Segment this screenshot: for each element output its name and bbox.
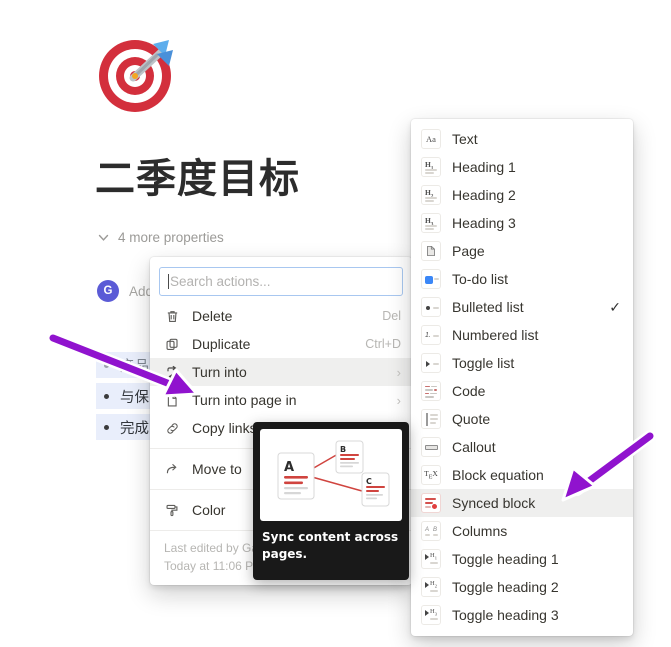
tooltip-diagram: A B C — [260, 429, 402, 521]
columns-icon: AB — [421, 521, 441, 541]
menu-item-turn-into[interactable]: Turn into › — [150, 358, 412, 386]
submenu-item-label: Text — [452, 131, 478, 147]
avatar: G — [97, 280, 119, 302]
chevron-right-icon: › — [396, 364, 401, 380]
heading-1-icon: H1 — [421, 157, 441, 177]
submenu-item-label: Synced block — [452, 495, 536, 511]
submenu-item-label: Toggle heading 1 — [452, 551, 559, 567]
quote-icon — [421, 409, 441, 429]
submenu-item-label: Callout — [452, 439, 496, 455]
block-equation-icon: TEX — [421, 465, 441, 485]
submenu-item-label: To-do list — [452, 271, 509, 287]
heading-2-icon: H2 — [421, 185, 441, 205]
turn-into-icon — [164, 364, 181, 381]
app-root: 二季度目标 4 more properties G Add 产品 与保 完成 S… — [0, 0, 671, 647]
submenu-item-synced-block[interactable]: Synced block — [411, 489, 633, 517]
list-item-label: 与保 — [120, 389, 149, 406]
checkmark-icon: ✓ — [609, 298, 621, 315]
toggle-heading-1-icon: H1 — [421, 549, 441, 569]
callout-icon — [421, 437, 441, 457]
code-icon — [421, 381, 441, 401]
search-input[interactable]: Search actions... — [159, 267, 403, 296]
submenu-item-heading-1[interactable]: H1 Heading 1 — [411, 153, 633, 181]
submenu-item-page[interactable]: Page — [411, 237, 633, 265]
bullet-dot-icon — [104, 424, 109, 430]
search-placeholder: Search actions... — [170, 274, 271, 289]
dart-target-emoji — [95, 30, 181, 116]
move-to-icon — [164, 461, 181, 478]
text-icon: Aa — [421, 129, 441, 149]
submenu-item-toggle-heading-2[interactable]: H2 Toggle heading 2 — [411, 573, 633, 601]
numbered-list-icon: 1. — [421, 325, 441, 345]
submenu-item-columns[interactable]: AB Columns — [411, 517, 633, 545]
menu-item-duplicate[interactable]: Duplicate Ctrl+D — [150, 330, 412, 358]
submenu-item-label: Block equation — [452, 467, 544, 483]
menu-item-shortcut: Del — [382, 309, 401, 323]
duplicate-icon — [164, 336, 181, 353]
toggle-list-icon — [421, 353, 441, 373]
menu-item-delete[interactable]: Delete Del — [150, 302, 412, 330]
svg-text:A: A — [284, 460, 294, 475]
turn-into-submenu: Aa Text H1 Heading 1 H2 Heading 2 H3 Hea… — [411, 119, 633, 636]
menu-item-turn-into-page-in[interactable]: Turn into page in › — [150, 386, 412, 414]
page-icon — [164, 392, 181, 409]
submenu-item-label: Heading 1 — [452, 159, 516, 175]
submenu-item-label: Heading 3 — [452, 215, 516, 231]
list-item-label: 产品 — [120, 358, 149, 375]
submenu-item-label: Columns — [452, 523, 508, 539]
trash-icon — [164, 308, 181, 325]
submenu-item-toggle-heading-1[interactable]: H1 Toggle heading 1 — [411, 545, 633, 573]
submenu-item-toggle-heading-3[interactable]: H3 Toggle heading 3 — [411, 601, 633, 629]
bullet-dot-icon — [104, 362, 109, 368]
submenu-item-label: Code — [452, 383, 486, 399]
toggle-heading-3-icon: H3 — [421, 605, 441, 625]
submenu-item-to-do-list[interactable]: To-do list — [411, 265, 633, 293]
submenu-item-heading-3[interactable]: H3 Heading 3 — [411, 209, 633, 237]
bullet-dot-icon — [104, 393, 109, 399]
submenu-item-block-equation[interactable]: TEX Block equation — [411, 461, 633, 489]
menu-item-label: Turn into page in — [192, 392, 297, 408]
submenu-item-code[interactable]: Code — [411, 377, 633, 405]
submenu-item-label: Toggle list — [452, 355, 515, 371]
submenu-item-quote[interactable]: Quote — [411, 405, 633, 433]
submenu-item-label: Toggle heading 3 — [452, 607, 559, 623]
tooltip-caption: Sync content across pages. — [262, 530, 399, 561]
submenu-item-heading-2[interactable]: H2 Heading 2 — [411, 181, 633, 209]
toggle-heading-2-icon: H2 — [421, 577, 441, 597]
synced-block-tooltip: A B C Sync content across pages. — [253, 422, 409, 580]
submenu-item-label: Page — [452, 243, 485, 259]
svg-text:B: B — [340, 445, 346, 454]
page-icon — [421, 241, 441, 261]
menu-item-label: Delete — [192, 308, 233, 324]
submenu-item-bulleted-list[interactable]: Bulleted list ✓ — [411, 293, 633, 321]
chevron-down-icon — [97, 231, 110, 244]
submenu-item-label: Toggle heading 2 — [452, 579, 559, 595]
menu-item-label: Duplicate — [192, 336, 251, 352]
more-properties-label: 4 more properties — [118, 230, 224, 245]
submenu-item-label: Heading 2 — [452, 187, 516, 203]
synced-block-icon — [421, 493, 441, 513]
color-icon — [164, 502, 181, 519]
list-item-label: 完成 — [120, 420, 149, 437]
submenu-item-label: Numbered list — [452, 327, 539, 343]
todo-list-icon — [421, 269, 441, 289]
svg-text:C: C — [366, 477, 372, 486]
search-actions-wrapper: Search actions... — [150, 257, 412, 302]
text-caret — [168, 274, 169, 289]
submenu-item-text[interactable]: Aa Text — [411, 125, 633, 153]
submenu-item-numbered-list[interactable]: 1. Numbered list — [411, 321, 633, 349]
page-title: 二季度目标 — [95, 156, 300, 202]
bulleted-list-icon — [421, 297, 441, 317]
submenu-item-toggle-list[interactable]: Toggle list — [411, 349, 633, 377]
more-properties-toggle[interactable]: 4 more properties — [97, 230, 224, 245]
submenu-item-label: Bulleted list — [452, 299, 524, 315]
chevron-right-icon: › — [396, 392, 401, 408]
link-icon — [164, 420, 181, 437]
person-property-row[interactable]: G Add — [97, 280, 153, 302]
heading-3-icon: H3 — [421, 213, 441, 233]
menu-item-label: Turn into — [192, 364, 247, 380]
menu-item-shortcut: Ctrl+D — [365, 337, 401, 351]
submenu-item-label: Quote — [452, 411, 491, 427]
submenu-item-callout[interactable]: Callout — [411, 433, 633, 461]
